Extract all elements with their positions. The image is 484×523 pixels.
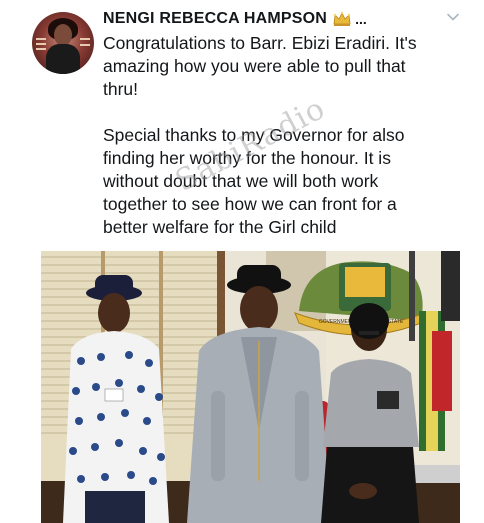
tweet-photo[interactable]: GOVERNMENT OF BAYELSA STATE [41,251,460,523]
tweet-card: NENGI REBECCA HAMPSON ... Congratulation… [0,0,484,523]
tweet-paragraph: Special thanks to my Governor for also f… [103,125,405,237]
avatar-body [46,44,80,74]
avatar-face [54,24,72,46]
avatar-magazine-text [36,38,46,40]
tweet-paragraph: Congratulations to Barr. Ebizi Eradiri. … [103,33,417,99]
tweet-header: NENGI REBECCA HAMPSON ... [103,10,367,28]
photo-illustration: GOVERNMENT OF BAYELSA STATE [41,251,460,523]
crown-icon [333,11,351,26]
tweet-text: Congratulations to Barr. Ebizi Eradiri. … [103,32,443,239]
avatar[interactable] [32,12,94,74]
display-name[interactable]: NENGI REBECCA HAMPSON [103,10,327,28]
name-ellipsis: ... [355,11,367,27]
chevron-down-icon[interactable] [446,10,460,24]
